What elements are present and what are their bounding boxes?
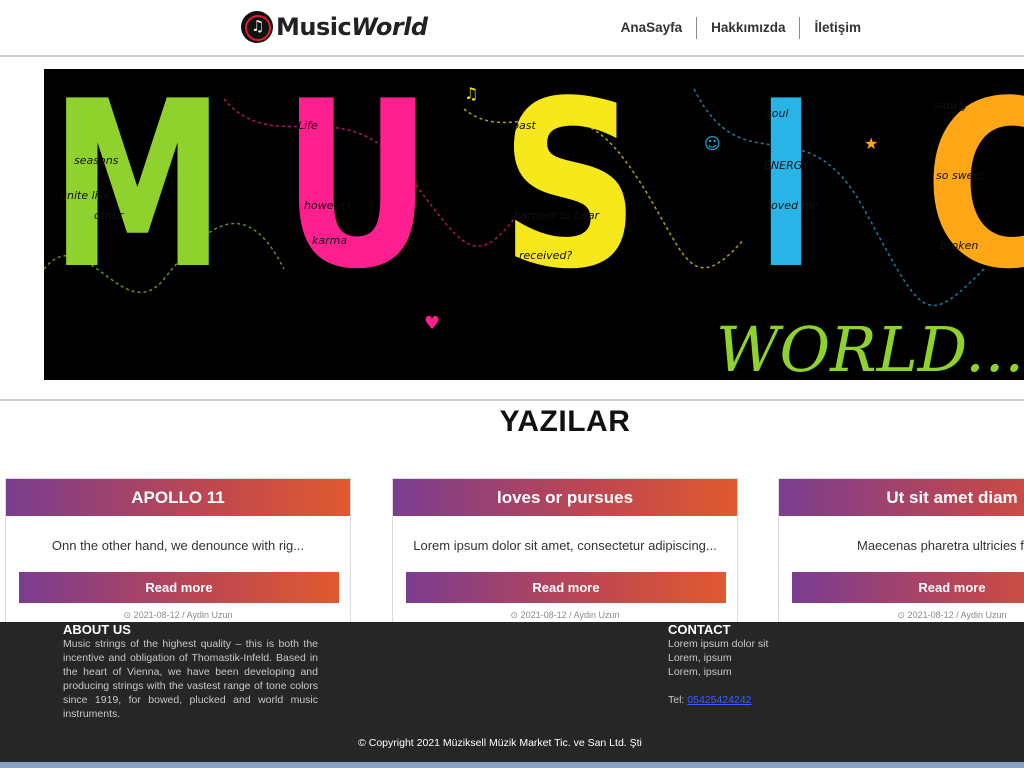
logo-text-main: Music — [276, 13, 352, 41]
svg-text:♫: ♫ — [464, 84, 478, 103]
svg-text:unite like: unite like — [60, 189, 111, 202]
footer-contact-line: Lorem ipsum dolor sit — [668, 638, 769, 650]
site-header: ♫ MusicWorld AnaSayfa Hakkımızda İletişi… — [0, 0, 1024, 57]
bottom-strip — [0, 762, 1024, 768]
post-card-title[interactable]: loves or pursues — [393, 479, 737, 516]
post-card-meta: ⊙ 2021-08-12 / Aydin Uzun — [123, 610, 233, 620]
post-card-title[interactable]: Ut sit amet diam — [779, 479, 1024, 516]
logo-text-italic: World — [351, 13, 428, 41]
section-divider — [0, 399, 1024, 401]
svg-text:Life: Life — [298, 119, 318, 132]
svg-text:soul: soul — [766, 107, 789, 120]
svg-text:broken: broken — [940, 239, 978, 252]
nav-link-home[interactable]: AnaSayfa — [607, 17, 697, 39]
main-nav: AnaSayfa Hakkımızda İletişim — [607, 16, 875, 40]
svg-text:★: ★ — [194, 94, 208, 113]
svg-text:karma: karma — [312, 234, 347, 247]
footer-contact-line: Lorem, ipsum — [668, 652, 732, 664]
footer-contact-tel: Tel: 05425424242 — [668, 693, 868, 707]
banner-subtitle: WORLD... — [716, 313, 1024, 380]
svg-text:ENERGY: ENERGY — [764, 159, 810, 172]
banner-letter-s: S — [500, 69, 640, 320]
svg-text:♥: ♥ — [424, 313, 440, 334]
banner-letter-u: U — [282, 69, 432, 320]
post-card-excerpt: Onn the other hand, we denounce with rig… — [51, 538, 305, 553]
svg-text:past: past — [511, 119, 536, 132]
read-more-button[interactable]: Read more — [792, 572, 1024, 603]
post-card-meta: ⊙ 2021-08-12 / Aydin Uzun — [510, 610, 620, 620]
footer-contact-line: Lorem, ipsum — [668, 666, 732, 678]
footer-contact-title: CONTACT — [668, 622, 731, 637]
post-card-excerpt: Lorem ipsum dolor sit amet, consectetur … — [413, 538, 717, 553]
svg-text:hardest to bear: hardest to bear — [514, 209, 601, 222]
tel-link[interactable]: 05425424242 — [687, 694, 751, 706]
copyright-text: © Copyright 2021 Müziksell Müzik Market … — [358, 737, 642, 749]
read-more-button[interactable]: Read more — [406, 572, 726, 603]
tel-label: Tel: — [668, 694, 685, 706]
svg-text:other: other — [94, 209, 125, 222]
post-card-excerpt: Maecenas pharetra ultricies felis, — [856, 538, 1024, 553]
nav-link-about[interactable]: Hakkımızda — [696, 17, 799, 39]
footer-contact: CONTACT Lorem ipsum dolor sit Lorem, ips… — [668, 622, 868, 707]
svg-text:however: however — [304, 199, 353, 212]
svg-text:☺: ☺ — [704, 134, 721, 153]
svg-text:slowly: slowly — [934, 99, 969, 112]
svg-text:received?: received? — [519, 249, 572, 262]
footer-about-title: ABOUT US — [63, 622, 131, 637]
site-footer: ABOUT US Music strings of the highest qu… — [0, 622, 1024, 762]
site-logo[interactable]: ♫ MusicWorld — [241, 9, 428, 45]
post-card: Ut sit amet diam Maecenas pharetra ultri… — [778, 478, 1024, 628]
read-more-button[interactable]: Read more — [19, 572, 339, 603]
svg-text:so sweet: so sweet — [936, 169, 985, 182]
post-card-meta: ⊙ 2021-08-12 / Aydin Uzun — [897, 610, 1007, 620]
vinyl-note-icon: ♫ — [241, 11, 273, 43]
footer-about: ABOUT US Music strings of the highest qu… — [63, 622, 318, 721]
svg-text:seasons: seasons — [74, 154, 119, 167]
post-card-title[interactable]: APOLLO 11 — [6, 479, 350, 516]
footer-about-text: Music strings of the highest quality – t… — [63, 638, 318, 720]
post-card: APOLLO 11 Onn the other hand, we denounc… — [5, 478, 351, 628]
banner-art: M U S I C seasonsunite likeother Lifehow… — [44, 69, 1024, 380]
svg-text:★: ★ — [864, 134, 878, 153]
hero-banner: M U S I C seasons unite like other Life how… — [44, 69, 1024, 380]
section-title: YAZILAR — [499, 405, 631, 438]
nav-link-contact[interactable]: İletişim — [799, 17, 875, 39]
post-card: loves or pursues Lorem ipsum dolor sit a… — [392, 478, 738, 628]
svg-text:loved me: loved me — [768, 199, 819, 212]
